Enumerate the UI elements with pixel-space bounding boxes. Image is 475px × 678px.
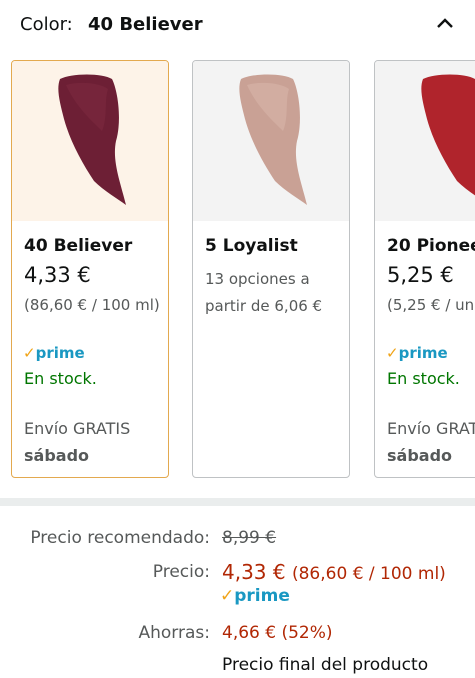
prime-badge: ✓prime	[23, 344, 85, 362]
color-selector-header[interactable]: Color: 40 Believer	[0, 0, 475, 52]
shipping-text: Envío GRAT	[387, 419, 475, 438]
lipstick-swatch-icon	[239, 74, 307, 205]
swatch-name: 20 Pioneer	[387, 236, 475, 256]
swatch-unit-price: (86,60 € / 100 ml)	[24, 296, 160, 314]
prime-badge: ✓prime	[386, 344, 448, 362]
swatch-image	[193, 61, 349, 221]
swatch-price: 5,25 €	[387, 263, 454, 287]
swatch-unit-price: (5,25 € / un	[387, 296, 475, 314]
stock-status: En stock.	[24, 369, 97, 388]
swatch-name: 5 Loyalist	[205, 236, 298, 256]
price-value-line: 4,33 € (86,60 € / 100 ml)	[222, 560, 446, 584]
savings-label: Ahorras:	[138, 623, 211, 643]
final-price-note: Precio final del producto	[222, 655, 429, 675]
color-swatch-carousel[interactable]: 40 Believer 4,33 € (86,60 € / 100 ml) ✓p…	[0, 58, 475, 482]
color-label: Color:	[20, 14, 73, 35]
prime-check-icon: ✓	[386, 344, 399, 362]
chevron-up-icon[interactable]	[432, 10, 458, 36]
recommended-price-label: Precio recomendado:	[30, 528, 210, 548]
swatch-price: 4,33 €	[24, 263, 91, 287]
swatch-card-5-loyalist[interactable]: 5 Loyalist 13 opciones a partir de 6,06 …	[192, 60, 350, 478]
savings-value: 4,66 € (52%)	[222, 623, 333, 643]
swatch-image	[12, 61, 168, 221]
swatch-card-40-believer[interactable]: 40 Believer 4,33 € (86,60 € / 100 ml) ✓p…	[11, 60, 169, 478]
section-divider	[0, 498, 475, 506]
delivery-day: sábado	[24, 446, 90, 465]
selected-color-name: 40 Believer	[88, 14, 203, 35]
lipstick-swatch-icon	[421, 74, 475, 196]
swatch-image	[375, 61, 475, 221]
swatch-card-20-pioneer[interactable]: 20 Pioneer 5,25 € (5,25 € / un ✓prime En…	[374, 60, 475, 478]
recommended-price-value: 8,99 €	[222, 528, 277, 548]
prime-badge: ✓prime	[220, 586, 290, 606]
price-label: Precio:	[152, 562, 210, 582]
price-unit: (86,60 € / 100 ml)	[291, 564, 446, 584]
shipping-text: Envío GRATIS	[24, 419, 131, 438]
delivery-day: sábado	[387, 446, 453, 465]
price-value: 4,33 €	[222, 560, 286, 584]
swatch-offers: 13 opciones a partir de 6,06 €	[205, 270, 323, 315]
prime-check-icon: ✓	[220, 586, 235, 606]
stock-status: En stock.	[387, 369, 460, 388]
swatch-name: 40 Believer	[24, 236, 133, 256]
prime-check-icon: ✓	[23, 344, 36, 362]
lipstick-swatch-icon	[58, 74, 126, 205]
